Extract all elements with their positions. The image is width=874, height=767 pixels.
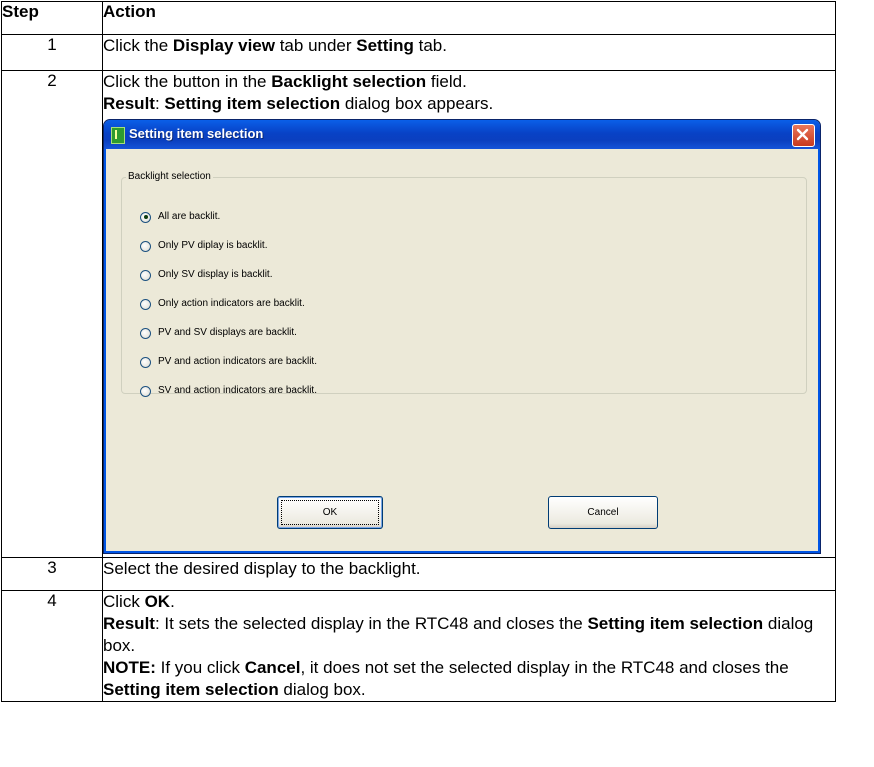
radio-button[interactable] [140,211,151,223]
dialog-titlebar[interactable]: Setting item selection [104,120,820,149]
close-button[interactable] [792,124,815,147]
radio-button[interactable] [140,298,151,310]
radio-button[interactable] [140,240,151,252]
radio-option-all-backlit[interactable]: All are backlit. [140,210,220,224]
action-text: : It sets the selected display in the RT… [154,614,588,633]
group-label: Backlight selection [128,171,211,182]
step-number: 3 [1,557,103,591]
table-header-row: Step Action [1,1,836,35]
result-label: Result [103,614,155,633]
action-line: Result: It sets the selected display in … [103,613,835,657]
action-text: dialog box appears. [340,94,494,113]
action-bold-text: OK [144,592,171,611]
header-step: Step [1,1,103,35]
radio-label: All are backlit. [158,211,221,222]
action-line: Result: Setting item selection dialog bo… [103,93,835,115]
action-text: Click the button in the [103,72,272,91]
step-action: Select the desired display to the backli… [102,557,836,591]
step-number: 2 [1,70,103,558]
action-text: Click [103,592,145,611]
action-text: Select the desired display to the backli… [103,559,421,578]
action-bold-text: Backlight selection [271,72,427,91]
radio-label: PV and action indicators are backlit. [158,356,317,367]
action-bold-text: Display view [172,36,275,55]
action-text: tab. [413,36,447,55]
cancel-button[interactable]: Cancel [548,496,658,529]
backlight-selection-group: Backlight selection All are backlit. Onl… [121,166,807,397]
action-line: Click OK. [103,591,835,613]
radio-label: Only PV diplay is backlit. [158,240,268,251]
table-row: 1 Click the Display view tab under Setti… [1,34,836,71]
app-icon [111,127,125,144]
action-text: , it does not set the selected display i… [300,658,789,677]
radio-option-pv-indicators-backlit[interactable]: PV and action indicators are backlit. [140,355,317,369]
note-label: NOTE: [103,658,156,677]
radio-option-sv-backlit[interactable]: Only SV display is backlit. [140,268,273,282]
radio-option-indicators-backlit[interactable]: Only action indicators are backlit. [140,297,305,311]
dialog-title: Setting item selection [129,126,264,141]
table-row: 2 Click the button in the Backlight sele… [1,70,836,558]
header-action: Action [102,1,836,35]
action-text: tab under [274,36,357,55]
action-text: If you click [155,658,245,677]
table-row: 4 Click OK. Result: It sets the selected… [1,590,836,702]
step-number: 1 [1,34,103,71]
setting-item-selection-dialog: Setting item selection Backlight selecti… [103,119,821,554]
radio-label: Only SV display is backlit. [158,269,273,280]
radio-label: SV and action indicators are backlit. [158,385,317,396]
radio-button[interactable] [140,356,151,368]
action-bold-text: Setting item selection [103,680,279,699]
action-bold-text: Setting [356,36,414,55]
step-action: Click the button in the Backlight select… [102,70,836,558]
radio-option-pv-sv-backlit[interactable]: PV and SV displays are backlit. [140,326,297,340]
action-text: : [154,94,165,113]
close-icon [796,128,809,141]
action-bold-text: Cancel [244,658,301,677]
action-text: dialog box. [278,680,366,699]
action-text: . [170,592,175,611]
result-label: Result [103,94,155,113]
radio-label: Only action indicators are backlit. [158,298,305,309]
ok-button[interactable]: OK [277,496,383,529]
steps-table: Step Action 1 Click the Display view tab… [1,1,836,702]
radio-button[interactable] [140,269,151,281]
step-action: Click OK. Result: It sets the selected d… [102,590,836,702]
radio-label: PV and SV displays are backlit. [158,327,297,338]
radio-button[interactable] [140,385,151,397]
action-bold-text: Setting item selection [164,94,341,113]
action-text: field. [426,72,467,91]
radio-option-sv-indicators-backlit[interactable]: SV and action indicators are backlit. [140,384,317,398]
action-bold-text: Setting item selection [587,614,764,633]
step-action: Click the Display view tab under Setting… [102,34,836,71]
action-line: NOTE: If you click Cancel, it does not s… [103,657,835,701]
step-number: 4 [1,590,103,702]
dialog-body: Backlight selection All are backlit. Onl… [107,149,817,550]
action-line: Click the button in the Backlight select… [103,71,835,93]
action-text: Click the [103,36,173,55]
radio-button[interactable] [140,327,151,339]
radio-option-pv-backlit[interactable]: Only PV diplay is backlit. [140,239,268,253]
table-row: 3 Select the desired display to the back… [1,557,836,591]
